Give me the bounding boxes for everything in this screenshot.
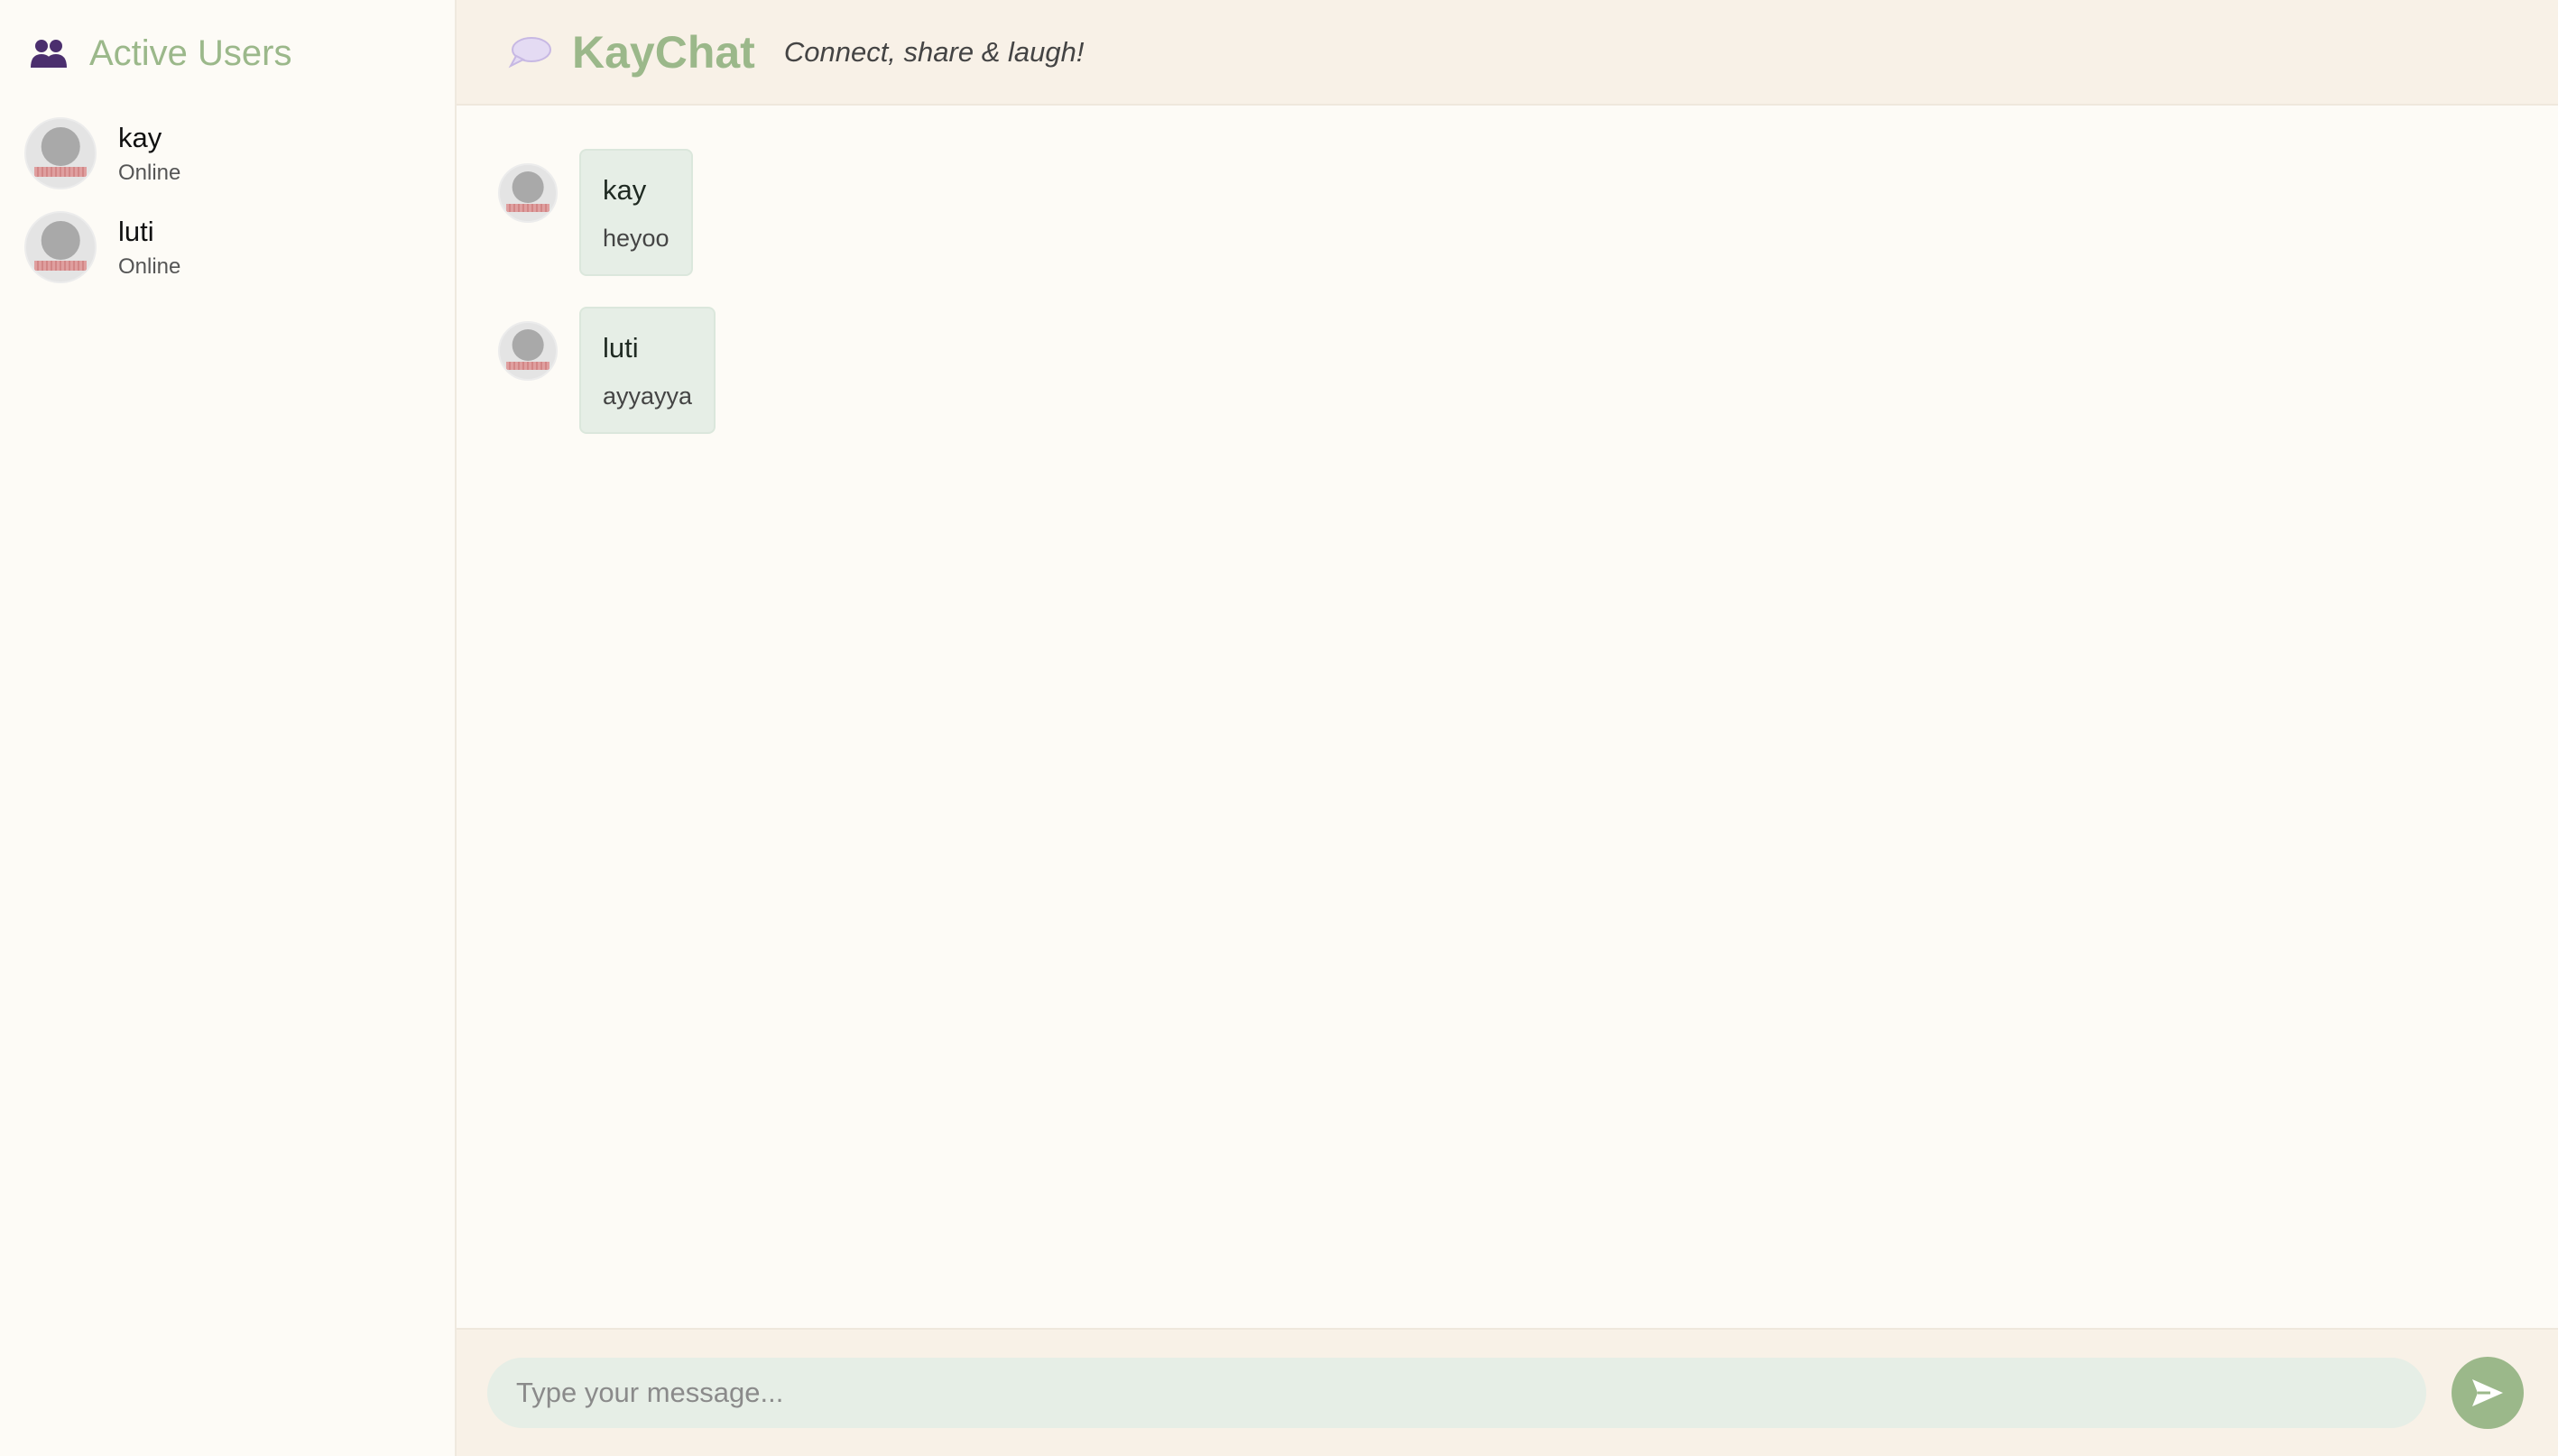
user-list: kay Online luti Online xyxy=(24,106,430,294)
send-icon xyxy=(2472,1379,2503,1406)
app-title: KayChat xyxy=(572,26,755,78)
chat-header: KayChat Connect, share & laugh! xyxy=(457,0,2558,106)
avatar xyxy=(498,321,558,381)
avatar xyxy=(24,211,97,283)
user-item-kay[interactable]: kay Online xyxy=(24,106,430,200)
message-text: ayyayya xyxy=(603,382,693,410)
users-icon xyxy=(31,40,67,68)
app-tagline: Connect, share & laugh! xyxy=(783,35,1085,68)
message-text: heyoo xyxy=(603,225,670,252)
message-composer xyxy=(457,1328,2558,1456)
chat-bubble-icon xyxy=(508,36,551,68)
user-status: Online xyxy=(118,253,181,279)
user-status: Online xyxy=(118,160,181,185)
user-name: luti xyxy=(118,216,154,248)
avatar xyxy=(24,117,97,189)
send-button[interactable] xyxy=(2452,1357,2524,1429)
message-bubble: luti ayyayya xyxy=(579,307,716,434)
message-list: kay heyoo luti ayyayya xyxy=(457,106,2558,1328)
user-item-luti[interactable]: luti Online xyxy=(24,200,430,294)
user-name: kay xyxy=(118,122,162,154)
avatar xyxy=(498,163,558,223)
app: Active Users kay Online luti Online KayC… xyxy=(0,0,2558,1456)
message-bubble: kay heyoo xyxy=(579,149,693,276)
sidebar-title: Active Users xyxy=(89,32,292,73)
message-author: kay xyxy=(603,174,647,206)
message-author: luti xyxy=(603,332,639,364)
user-info: kay Online xyxy=(118,121,180,185)
sidebar-header: Active Users xyxy=(24,0,430,106)
message-input[interactable] xyxy=(487,1358,2426,1428)
user-info: luti Online xyxy=(118,215,180,279)
sidebar: Active Users kay Online luti Online xyxy=(0,0,457,1456)
chat-main: KayChat Connect, share & laugh! kay heyo… xyxy=(457,0,2558,1456)
message-item: luti ayyayya xyxy=(498,307,2516,434)
message-item: kay heyoo xyxy=(498,149,2516,276)
